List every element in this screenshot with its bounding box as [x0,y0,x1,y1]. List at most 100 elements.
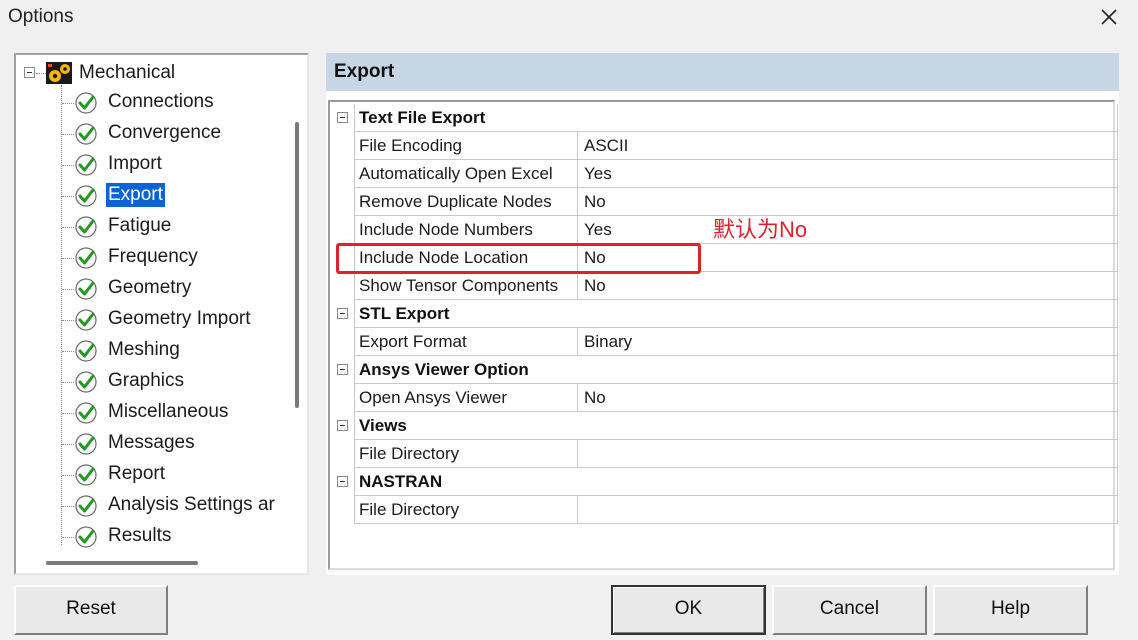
tree-connector [62,382,74,383]
collapse-toggle[interactable] [337,420,348,431]
property-name: File Directory [354,496,578,524]
property-name: File Encoding [354,132,578,160]
tree-connector [62,351,74,352]
collapse-mechanical-toggle[interactable] [24,67,35,78]
tree-item-label: Meshing [108,339,180,360]
checkmark-icon [75,216,97,238]
checkmark-icon [75,154,97,176]
help-button[interactable]: Help [933,585,1088,635]
collapse-toggle[interactable] [337,112,348,123]
tree-item-label: Connections [108,91,214,112]
tree-item-label: Frequency [108,246,198,267]
collapse-toggle[interactable] [337,476,348,487]
tree-item-label: Fatigue [108,215,172,236]
property-name: Export Format [354,328,578,356]
property-row[interactable]: File Directory [331,496,1118,524]
checkmark-icon [75,123,97,145]
panel-header: Export [326,53,1119,91]
property-grid[interactable]: Text File Export File Encoding ASCII Automa… [328,100,1118,570]
tree-connector [62,289,74,290]
tree-connector [62,165,74,166]
property-panel: Export Text File Export File Encoding ASCI… [326,53,1119,575]
tree-connector [62,537,74,538]
tree-item-label: Analysis Settings ar [108,494,275,515]
tree-item-label: Report [108,463,166,484]
checkmark-icon [75,92,97,114]
highlight-box [336,243,701,274]
property-name: Automatically Open Excel [354,160,578,188]
tree-connector [61,85,62,545]
tree-connector [62,413,74,414]
tree-connector [62,444,74,445]
property-row[interactable]: File Encoding ASCII [331,132,1118,160]
options-tree[interactable]: Mechanical Connections Convergence Import E… [14,53,309,575]
property-value[interactable]: Yes [578,160,1118,188]
checkmark-icon [75,247,97,269]
tree-connector [62,320,74,321]
category-label: Text File Export [354,104,1118,132]
property-row[interactable]: File Directory [331,440,1118,468]
property-value[interactable]: Binary [578,328,1118,356]
window-title: Options [8,6,74,27]
tree-connector [62,475,74,476]
property-name: Remove Duplicate Nodes [354,188,578,216]
reset-button[interactable]: Reset [14,585,168,635]
category-row[interactable]: Ansys Viewer Option [331,356,1118,384]
property-value[interactable]: No [578,188,1118,216]
tree-item-label: Messages [108,432,195,453]
category-row[interactable]: Text File Export [331,104,1118,132]
checkmark-icon [75,185,97,207]
property-value[interactable]: ASCII [578,132,1118,160]
checkmark-icon [75,371,97,393]
panel-title: Export [334,61,395,82]
checkmark-icon [75,526,97,548]
checkmark-icon [75,464,97,486]
category-label: NASTRAN [354,468,1118,496]
property-value[interactable]: No [578,272,1118,300]
tree-item-label: Import [108,153,162,174]
checkmark-icon [75,433,97,455]
tree-root-mechanical[interactable]: Mechanical [79,61,175,85]
property-name: Show Tensor Components [354,272,578,300]
tree-connector [62,103,74,104]
ok-button[interactable]: OK [611,585,766,635]
property-row[interactable]: Export Format Binary [331,328,1118,356]
property-name: Include Node Numbers [354,216,578,244]
category-row[interactable]: STL Export [331,300,1118,328]
property-row[interactable]: Open Ansys Viewer No [331,384,1118,412]
property-value[interactable]: Yes [578,216,1118,244]
category-label: Ansys Viewer Option [354,356,1118,384]
property-value[interactable] [578,440,1118,468]
tree-item-label: Results [108,525,172,546]
tree-connector [62,134,74,135]
checkmark-icon [75,278,97,300]
category-row[interactable]: Views [331,412,1118,440]
tree-item-label: Geometry [108,277,192,298]
tree-connector [62,506,74,507]
horizontal-scrollbar[interactable] [46,561,198,565]
tree-item-label: Miscellaneous [108,401,229,422]
category-label: Views [354,412,1118,440]
property-name: File Directory [354,440,578,468]
vertical-scrollbar[interactable] [295,122,299,408]
tree-connector [62,196,74,197]
tree-item-label: Geometry Import [108,308,251,329]
category-label: STL Export [354,300,1118,328]
close-icon [1101,9,1117,25]
property-value[interactable] [578,496,1118,524]
cancel-button[interactable]: Cancel [772,585,927,635]
property-value[interactable]: No [578,384,1118,412]
tree-item-label: Export [105,182,166,208]
tree-connector [62,227,74,228]
checkmark-icon [75,340,97,362]
tree-item-label: Graphics [108,370,185,391]
close-button[interactable] [1094,4,1124,32]
collapse-toggle[interactable] [337,308,348,319]
title-bar: Options [0,0,1138,36]
property-row[interactable]: Show Tensor Components No [331,272,1118,300]
collapse-toggle[interactable] [337,364,348,375]
category-row[interactable]: NASTRAN [331,468,1118,496]
mechanical-gear-icon [46,62,72,84]
property-row[interactable]: Automatically Open Excel Yes [331,160,1118,188]
checkmark-icon [75,495,97,517]
